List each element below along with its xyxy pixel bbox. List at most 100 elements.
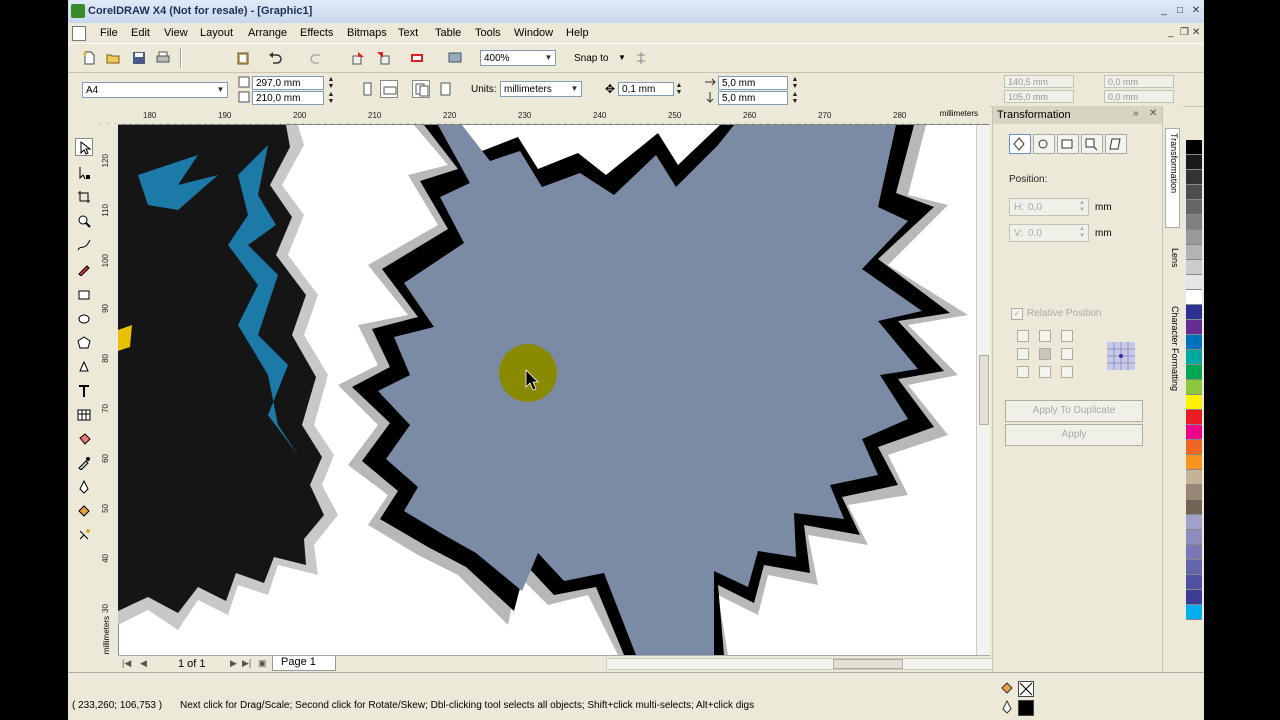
palette-swatch[interactable] [1186,155,1202,170]
basic-shapes-tool[interactable] [75,358,93,376]
maximize-button[interactable]: □ [1172,4,1188,18]
close-button[interactable]: ✕ [1188,4,1204,18]
palette-swatch[interactable] [1186,335,1202,350]
ellipse-tool[interactable] [75,310,93,328]
doc-close-button[interactable]: ✕ [1192,27,1200,38]
doc-restore-button[interactable]: ❐ [1180,27,1189,38]
palette-swatch[interactable] [1186,350,1202,365]
palette-swatch[interactable] [1186,605,1202,620]
freehand-tool[interactable] [75,236,93,254]
table-tool[interactable] [75,406,93,424]
duplicate-y-spinner[interactable]: ▲ ▼ [790,91,800,105]
palette-swatch[interactable] [1186,455,1202,470]
landscape-button[interactable] [380,80,398,98]
palette-swatch[interactable] [1186,410,1202,425]
portrait-button[interactable] [358,80,376,98]
page-tab[interactable]: Page 1 [272,656,336,671]
outline-tool[interactable] [75,478,93,496]
new-button[interactable] [80,49,98,67]
position-v-spinner[interactable]: ▲ ▼ [1077,226,1087,241]
palette-swatch[interactable] [1186,320,1202,335]
snap-to-dropdown[interactable]: Snap to [574,53,608,64]
duplicate-x-spinner[interactable]: ▲ ▼ [790,76,800,90]
redo-button[interactable] [308,49,326,67]
all-pages-button[interactable] [412,80,430,98]
palette-swatch[interactable] [1186,500,1202,515]
options-button[interactable] [632,49,650,67]
nudge-distance-field[interactable]: 0,1 mm [618,82,674,96]
print-button[interactable] [154,49,172,67]
zoom-tool[interactable] [75,212,93,230]
palette-swatch[interactable] [1186,425,1202,440]
anchor-top-right[interactable] [1061,330,1073,342]
smart-fill-tool[interactable] [75,260,93,278]
menu-effects[interactable]: Effects [300,27,333,39]
menu-window[interactable]: Window [514,27,553,39]
apply-to-duplicate-button[interactable]: Apply To Duplicate [1005,400,1143,422]
anchor-bottom-left[interactable] [1017,366,1029,378]
palette-swatch[interactable] [1186,530,1202,545]
position-mode-button[interactable] [1009,134,1031,154]
palette-swatch[interactable] [1186,365,1202,380]
palette-swatch[interactable] [1186,230,1202,245]
menu-file[interactable]: File [100,27,118,39]
palette-swatch[interactable] [1186,590,1202,605]
menu-table[interactable]: Table [435,27,461,39]
palette-swatch[interactable] [1186,380,1202,395]
snap-chevron-icon[interactable]: ▼ [618,53,626,62]
welcome-screen-button[interactable] [446,49,464,67]
first-page-icon[interactable]: |◀ [122,658,131,669]
wolf-artwork[interactable] [118,125,978,655]
palette-swatch[interactable] [1186,140,1202,155]
anchor-bottom-center[interactable] [1039,366,1051,378]
palette-swatch[interactable] [1186,560,1202,575]
palette-swatch[interactable] [1186,440,1202,455]
menu-layout[interactable]: Layout [200,27,233,39]
prev-page-icon[interactable]: ◀ [140,658,147,669]
palette-swatch[interactable] [1186,215,1202,230]
eyedropper-tool[interactable] [75,454,93,472]
vertical-scrollbar[interactable] [976,125,990,656]
page-width-spinner[interactable]: ▲ ▼ [326,76,336,90]
relative-position-checkbox[interactable]: ✓ [1011,308,1023,320]
tab-character-formatting[interactable]: Character Formatting [1165,302,1180,420]
palette-swatch[interactable] [1186,545,1202,560]
palette-swatch[interactable] [1186,515,1202,530]
outline-color-swatch[interactable] [1018,700,1034,716]
size-mode-button[interactable] [1081,134,1103,154]
anchor-middle-left[interactable] [1017,348,1029,360]
pick-tool[interactable] [75,138,93,156]
export-button[interactable] [374,49,392,67]
shape-tool[interactable] [75,164,93,182]
interactive-mesh-tool[interactable] [75,526,93,544]
menu-help[interactable]: Help [566,27,589,39]
doc-minimize-button[interactable]: _ [1168,27,1174,38]
position-h-spinner[interactable]: ▲ ▼ [1077,200,1087,215]
anchor-top-center[interactable] [1039,330,1051,342]
zoom-select[interactable]: 400% ▼ [480,50,556,66]
anchor-middle-right[interactable] [1061,348,1073,360]
palette-swatch[interactable] [1186,395,1202,410]
page-height-field[interactable]: 210,0 mm [252,91,324,105]
menu-edit[interactable]: Edit [131,27,150,39]
palette-swatch[interactable] [1186,260,1202,275]
anchor-center[interactable] [1039,348,1051,360]
anchor-bottom-right[interactable] [1061,366,1073,378]
undo-button[interactable] [266,49,284,67]
position-v-field[interactable]: V: 0,0 ▲ ▼ [1009,224,1089,242]
page-width-field[interactable]: 297,0 mm [252,76,324,90]
open-button[interactable] [104,49,122,67]
docker-expand-icon[interactable]: » [1133,108,1139,119]
polygon-tool[interactable] [75,334,93,352]
application-launcher-button[interactable] [408,49,426,67]
palette-swatch[interactable] [1186,575,1202,590]
rotate-mode-button[interactable] [1033,134,1055,154]
save-button[interactable] [130,49,148,67]
text-tool[interactable] [75,382,93,400]
docker-close-icon[interactable]: ✕ [1149,108,1157,119]
tab-transformation[interactable]: Transformation [1165,128,1180,228]
import-button[interactable] [350,49,368,67]
last-page-icon[interactable]: ▶| [242,658,251,669]
units-select[interactable]: millimeters ▼ [500,81,582,97]
palette-swatch[interactable] [1186,170,1202,185]
